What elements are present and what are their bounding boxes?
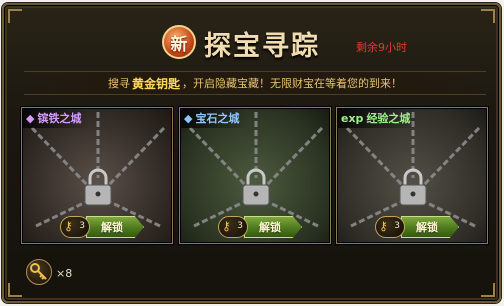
remaining-time: 剩余9小时	[356, 41, 407, 54]
banner-highlight: 黄金钥匙	[131, 76, 180, 91]
blue-gem-icon: ◆	[184, 111, 193, 125]
key-icon: ⚷	[379, 219, 388, 233]
new-badge: 新	[162, 25, 196, 59]
purple-gem-icon: ◆	[26, 111, 35, 125]
card-label: ◆ 宝石之城	[180, 108, 248, 128]
card-label: ◆ 镔铁之城	[22, 108, 90, 128]
key-icon: ⚷	[222, 219, 231, 233]
unlock-group: 解锁 ⚷ 3	[375, 216, 471, 238]
key-inventory-count: ×8	[56, 267, 73, 280]
frame-corner	[481, 283, 495, 297]
unlock-button[interactable]: 解锁	[244, 216, 302, 238]
card-title: 镔铁之城	[37, 112, 82, 125]
banner-prefix: 搜寻	[107, 77, 130, 90]
key-cost-badge: ⚷ 3	[60, 216, 90, 238]
unlock-button[interactable]: 解锁	[86, 216, 144, 238]
key-icon: ⚷	[64, 219, 73, 233]
frame-corner	[481, 9, 495, 23]
title-row: 新 探宝寻踪 剩余9小时	[4, 23, 499, 63]
key-cost: 3	[394, 221, 400, 231]
key-cost-badge: ⚷ 3	[218, 216, 248, 238]
treasure-hunt-panel: 新 探宝寻踪 剩余9小时 搜寻 黄金钥匙 ，开启隐藏宝藏！无限财宝在等着您的到来…	[2, 3, 501, 303]
city-card-iron[interactable]: ◆ 镔铁之城 解锁 ⚷ 3	[21, 107, 173, 244]
unlock-button[interactable]: 解锁	[401, 216, 459, 238]
page-title: 探宝寻踪	[204, 31, 320, 62]
card-label: exp 经验之城	[337, 108, 419, 128]
info-banner: 搜寻 黄金钥匙 ，开启隐藏宝藏！无限财宝在等着您的到来！	[24, 71, 486, 95]
city-card-exp[interactable]: exp 经验之城 解锁 ⚷ 3	[336, 107, 488, 244]
key-cost-badge: ⚷ 3	[375, 216, 405, 238]
key-cost: 3	[237, 221, 243, 231]
unlock-group: 解锁 ⚷ 3	[60, 216, 156, 238]
card-title: 宝石之城	[195, 112, 240, 125]
unlock-group: 解锁 ⚷ 3	[218, 216, 314, 238]
city-card-gem[interactable]: ◆ 宝石之城 解锁 ⚷ 3	[179, 107, 331, 244]
frame-corner	[8, 9, 22, 23]
card-title: 经验之城	[366, 112, 411, 125]
exp-icon: exp	[341, 111, 364, 125]
golden-key-icon	[26, 259, 52, 285]
frame-corner	[8, 283, 22, 297]
banner-suffix: ，开启隐藏宝藏！无限财宝在等着您的到来！	[182, 77, 402, 90]
key-cost: 3	[79, 221, 85, 231]
